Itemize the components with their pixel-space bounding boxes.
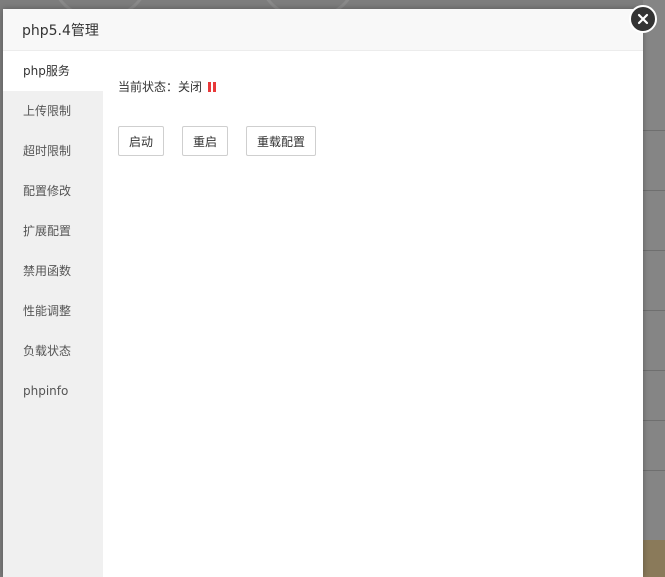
service-status: 当前状态：关闭 <box>118 78 217 95</box>
background-divider <box>643 130 665 131</box>
sidebar-item-performance[interactable]: 性能调整 <box>3 291 103 331</box>
sidebar-item-upload-limit[interactable]: 上传限制 <box>3 91 103 131</box>
php-manager-modal: php5.4管理 php服务 上传限制 超时限制 配置修改 扩展配置 禁用函数 … <box>3 5 657 577</box>
close-button[interactable] <box>629 5 657 33</box>
sidebar-item-load-status[interactable]: 负载状态 <box>3 331 103 371</box>
service-panel: 当前状态：关闭 启动 重启 重载配置 <box>118 51 643 577</box>
background-panel <box>643 0 665 577</box>
modal-body: php服务 上传限制 超时限制 配置修改 扩展配置 禁用函数 性能调整 负载状态… <box>3 51 643 577</box>
background-divider <box>643 420 665 421</box>
restart-button[interactable]: 重启 <box>182 126 229 156</box>
sidebar-item-disabled-functions[interactable]: 禁用函数 <box>3 251 103 291</box>
reload-config-button[interactable]: 重载配置 <box>246 126 317 156</box>
sidebar-item-extensions[interactable]: 扩展配置 <box>3 211 103 251</box>
background-divider <box>643 190 665 191</box>
sidebar-item-php-service[interactable]: php服务 <box>3 51 103 91</box>
sidebar: php服务 上传限制 超时限制 配置修改 扩展配置 禁用函数 性能调整 负载状态… <box>3 51 103 577</box>
background-panel <box>643 540 665 577</box>
paused-icon <box>208 81 217 92</box>
service-actions: 启动 重启 重载配置 <box>118 126 334 156</box>
modal-title: php5.4管理 <box>22 22 99 39</box>
sidebar-item-phpinfo[interactable]: phpinfo <box>3 371 103 411</box>
close-icon <box>637 13 649 25</box>
start-button[interactable]: 启动 <box>118 126 165 156</box>
background-divider <box>643 370 665 371</box>
background-divider <box>643 310 665 311</box>
background-divider <box>643 250 665 251</box>
status-label: 当前状态：关闭 <box>118 80 203 94</box>
background-divider <box>643 470 665 471</box>
modal-header: php5.4管理 <box>3 9 643 51</box>
sidebar-item-config-edit[interactable]: 配置修改 <box>3 171 103 211</box>
sidebar-item-timeout-limit[interactable]: 超时限制 <box>3 131 103 171</box>
